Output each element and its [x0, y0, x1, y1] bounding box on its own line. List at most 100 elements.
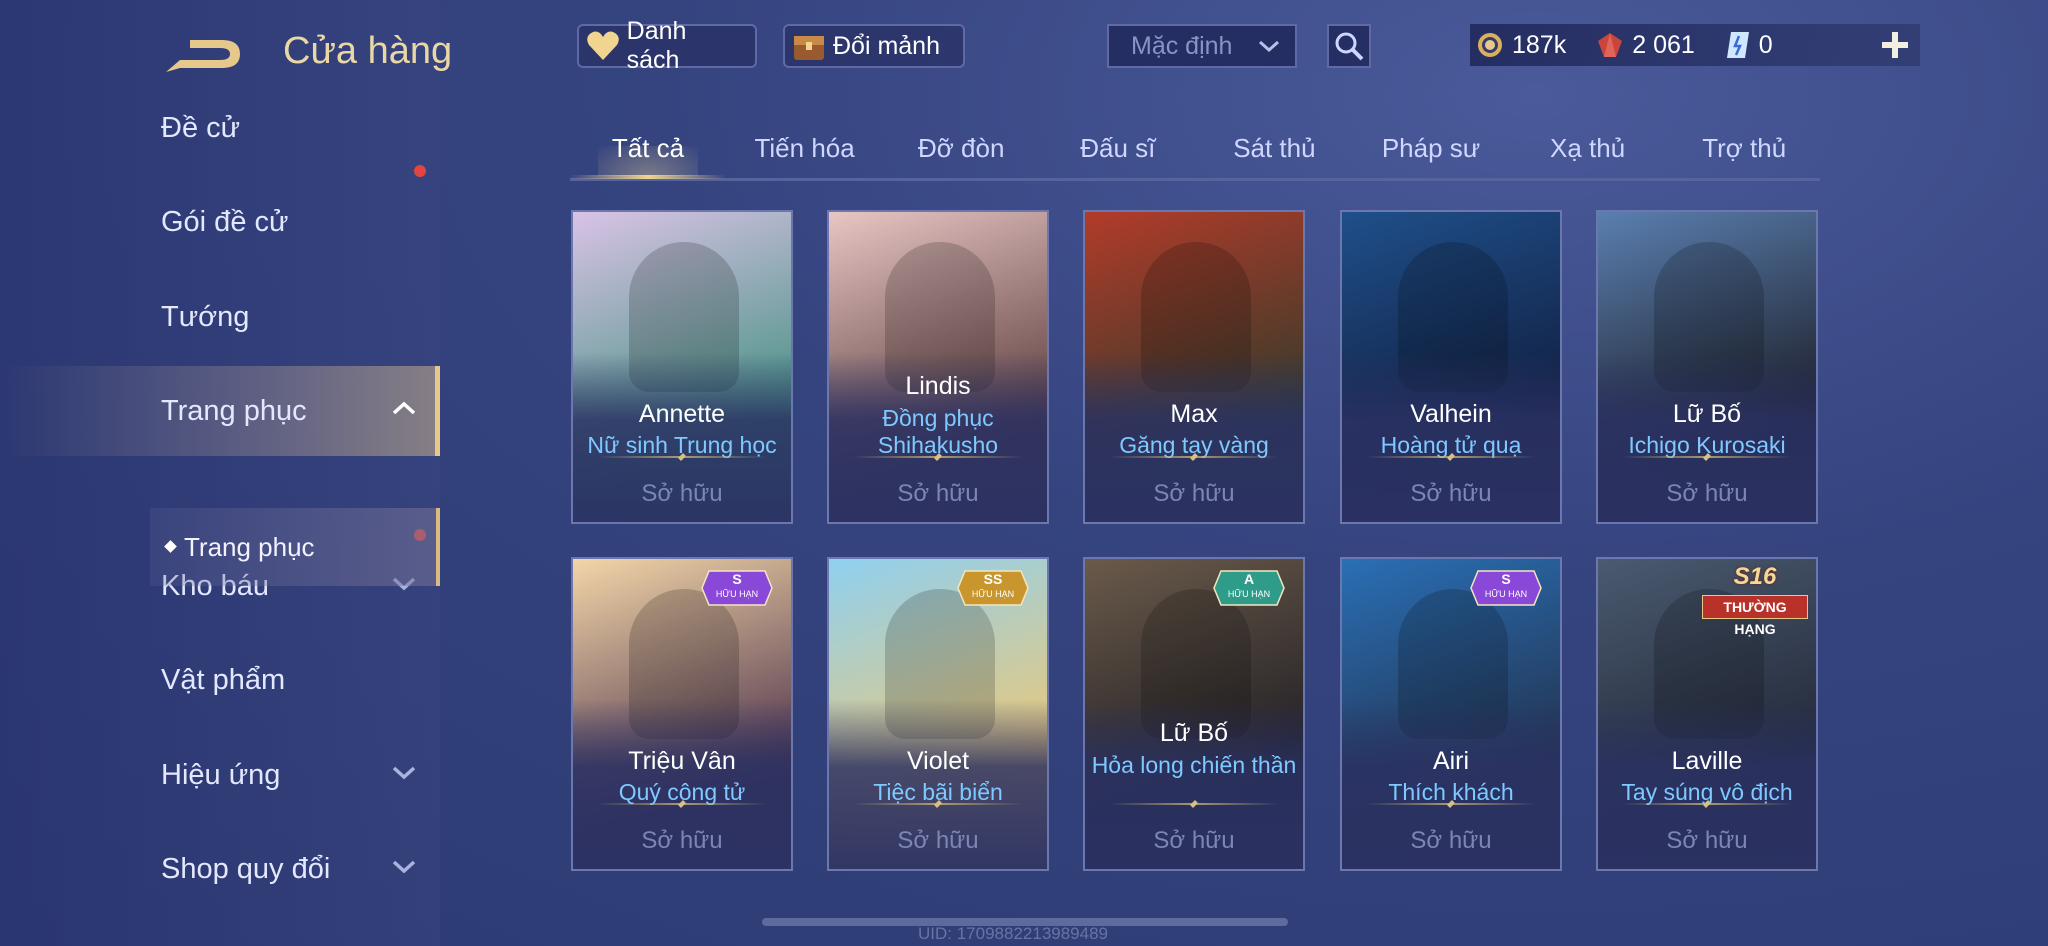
page-title: Cửa hàng	[283, 30, 453, 72]
season-label: THƯỜNG HẠNG	[1702, 595, 1808, 637]
card-divider	[597, 456, 767, 458]
skin-card[interactable]: Max Găng tay vàng Sở hữu	[1083, 210, 1305, 524]
sidebar-item-label: Shop quy đổi	[161, 852, 331, 885]
sidebar-item[interactable]: Hiệu ứng	[0, 730, 440, 820]
sidebar-item[interactable]: Trang phục	[0, 366, 440, 456]
badge-rank: A	[1243, 571, 1255, 587]
tab-label: Đỡ đòn	[917, 133, 1005, 163]
sort-dropdown[interactable]: Mặc định	[1107, 24, 1297, 68]
hero-name: Annette	[638, 400, 726, 428]
chevron-down-icon	[1259, 40, 1279, 53]
tab-label: Sát thủ	[1233, 133, 1316, 163]
card-divider	[853, 456, 1023, 458]
tab-label: Tất cả	[611, 133, 685, 163]
sidebar-item[interactable]: Đề cử	[0, 83, 440, 173]
skin-card[interactable]: Lindis Đồng phục Shihakusho Sở hữu	[827, 210, 1049, 524]
skin-card[interactable]: Valhein Hoàng tử quạ Sở hữu	[1340, 210, 1562, 524]
badge-rank: SS	[983, 571, 1003, 587]
token-amount: 0	[1758, 30, 1773, 59]
sidebar-item-label: Vật phẩm	[161, 663, 286, 696]
badge-label: HỮU HẠN	[1227, 589, 1271, 599]
hero-name: Lữ Bố	[1159, 719, 1229, 747]
currency-bar: 187k 2 061 0	[1470, 24, 1920, 66]
skin-card[interactable]: Airi Thích khách Sở hữu S HỮU HẠN	[1340, 557, 1562, 871]
owned-status: Sở hữu	[1666, 827, 1748, 854]
owned-status: Sở hữu	[641, 827, 723, 854]
rank-badge: SS HỮU HẠN	[957, 569, 1029, 607]
tab[interactable]: Pháp sư	[1353, 120, 1509, 176]
exchange-shards-button[interactable]: Đổi mảnh	[783, 24, 965, 68]
sidebar-item-label: Gói đề cử	[161, 205, 289, 238]
tab[interactable]: Trợ thủ	[1666, 120, 1822, 176]
rank-badge: S HỮU HẠN	[701, 569, 773, 607]
tab-label: Xạ thủ	[1550, 133, 1626, 163]
plus-icon	[1882, 32, 1908, 58]
skin-card[interactable]: Lữ Bố Ichigo Kurosaki Sở hữu	[1596, 210, 1818, 524]
sidebar-item[interactable]: Tướng	[0, 272, 440, 362]
search-icon	[1335, 32, 1364, 61]
hero-name: Laville	[1671, 747, 1743, 775]
card-divider	[853, 803, 1023, 805]
wishlist-button[interactable]: Danh sách	[577, 17, 757, 74]
tab[interactable]: Đấu sĩ	[1040, 120, 1196, 176]
owned-status: Sở hữu	[1153, 480, 1235, 507]
chevron-up-icon	[392, 401, 416, 415]
card-divider	[597, 803, 767, 805]
chest-icon	[791, 28, 827, 64]
tab[interactable]: Tất cả	[570, 120, 726, 179]
tab-label: Tiến hóa	[754, 133, 855, 163]
wishlist-label: Danh sách	[626, 17, 687, 74]
tab[interactable]: Tiến hóa	[727, 120, 883, 176]
badge-rank: S	[732, 571, 742, 587]
tab[interactable]: Đỡ đòn	[883, 120, 1039, 176]
skin-card[interactable]: Laville Tay súng vô địch Sở hữu S16 THƯỜNG H…	[1596, 557, 1818, 871]
card-divider	[1366, 456, 1536, 458]
exchange-label: Đổi mảnh	[833, 31, 940, 60]
sidebar-item[interactable]: Shop quy đổi	[0, 824, 440, 914]
token-card-icon	[1726, 32, 1749, 58]
back-arrow-icon	[166, 40, 240, 72]
card-divider	[1622, 456, 1792, 458]
hero-name: Lữ Bố	[1672, 400, 1742, 428]
owned-status: Sở hữu	[1153, 827, 1235, 854]
card-divider	[1366, 803, 1536, 805]
tab-label: Pháp sư	[1381, 133, 1481, 163]
hero-name: Triệu Vân	[628, 747, 736, 775]
search-button[interactable]	[1327, 24, 1371, 68]
voucher-gem-icon	[1598, 33, 1623, 57]
sort-value: Mặc định	[1131, 31, 1233, 60]
token-balance: 0	[1725, 30, 1773, 60]
add-currency-button[interactable]	[1872, 24, 1918, 66]
hero-name: Airi	[1432, 747, 1470, 775]
sidebar-item-label: Hiệu ứng	[161, 758, 281, 791]
skin-card[interactable]: Lữ Bố Hỏa long chiến thần Sở hữu A HỮU HẠN	[1083, 557, 1305, 871]
skin-card[interactable]: Triệu Vân Quý công tử Sở hữu S HỮU HẠN	[571, 557, 793, 871]
gold-balance: 187k	[1476, 31, 1566, 60]
badge-label: HỮU HẠN	[715, 589, 759, 599]
diamond-bullet-icon	[164, 540, 177, 553]
heart-icon	[585, 28, 621, 64]
owned-status: Sở hữu	[1666, 480, 1748, 507]
owned-status: Sở hữu	[641, 480, 723, 507]
badge-label: HỮU HẠN	[971, 589, 1015, 599]
skin-card[interactable]: Violet Tiệc bãi biển Sở hữu SS HỮU HẠN	[827, 557, 1049, 871]
card-divider	[1622, 803, 1792, 805]
uid-text: UID: 1709882213989489	[918, 924, 1108, 943]
season-badge: S16 THƯỜNG HẠNG	[1696, 563, 1814, 637]
card-divider	[1109, 803, 1279, 805]
tab[interactable]: Sát thủ	[1196, 120, 1352, 176]
owned-status: Sở hữu	[1410, 480, 1492, 507]
sidebar-subitem-label: Trang phục	[184, 531, 315, 562]
voucher-amount: 2 061	[1632, 30, 1695, 59]
sidebar-subitem-trang-phuc[interactable]: Trang phục	[150, 508, 440, 586]
sidebar-item[interactable]: Vật phẩm	[0, 635, 440, 725]
chevron-down-icon	[392, 766, 416, 780]
tab[interactable]: Xạ thủ	[1510, 120, 1666, 176]
sidebar-item[interactable]: Gói đề cử	[0, 177, 440, 267]
badge-rank: S	[1501, 571, 1511, 587]
back-button[interactable]	[160, 28, 250, 80]
skin-card[interactable]: Annette Nữ sinh Trung học Sở hữu	[571, 210, 793, 524]
badge-label: HỮU HẠN	[1484, 589, 1528, 599]
sidebar-item-label: Đề cử	[161, 111, 241, 144]
tab-label: Trợ thủ	[1702, 133, 1787, 163]
